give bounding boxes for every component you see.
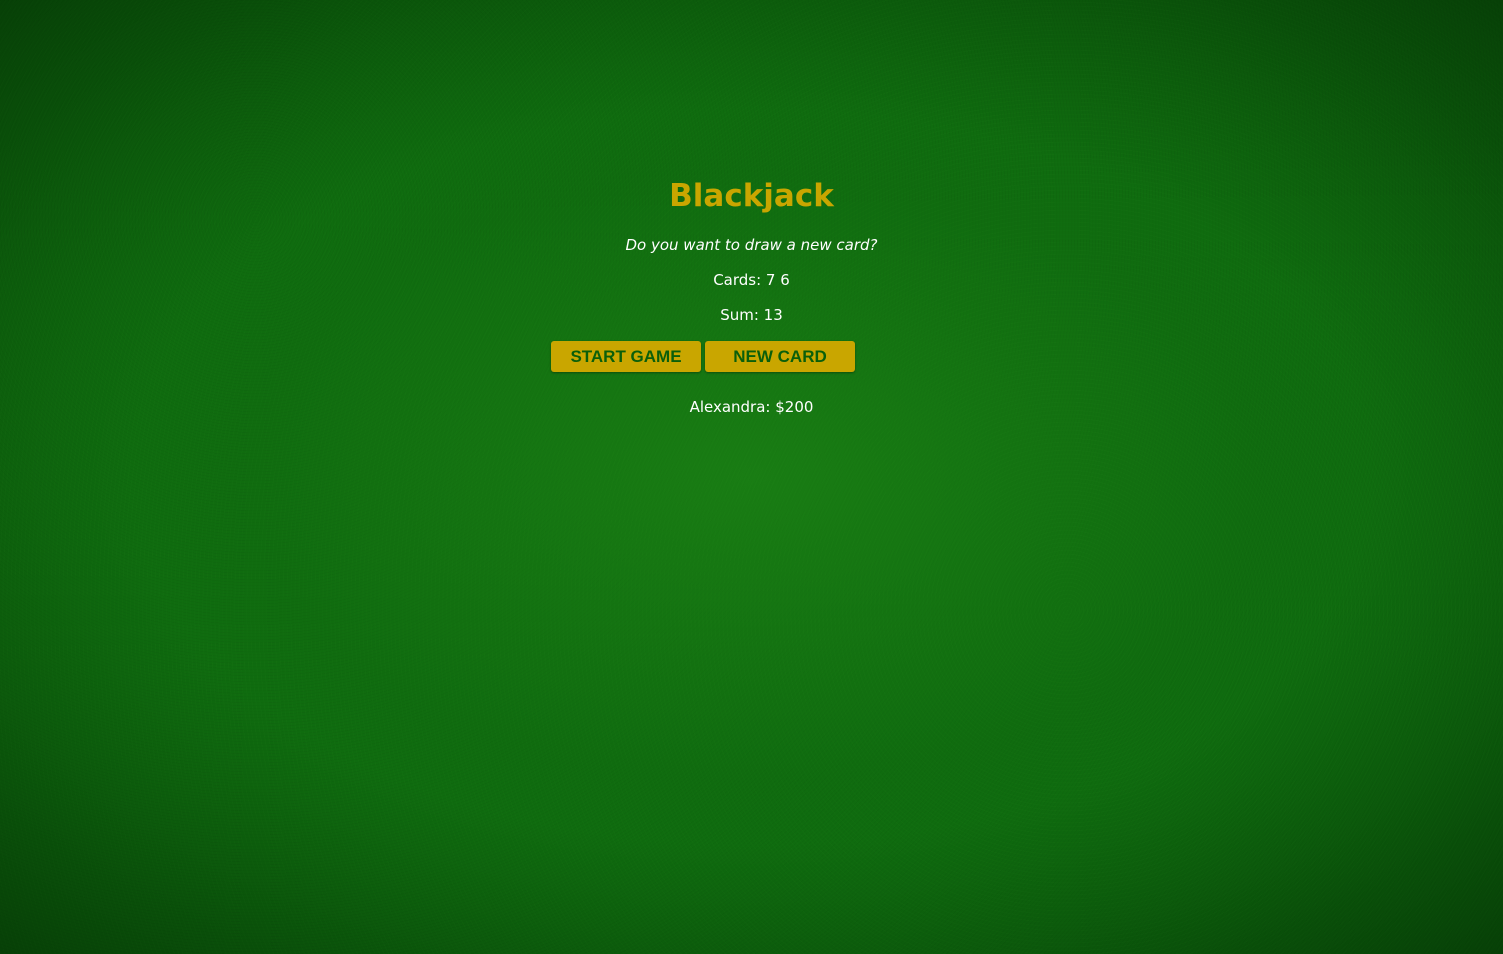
page-title: Blackjack [669,178,834,214]
player-chips: Alexandra: $200 [689,398,814,416]
new-card-button[interactable]: NEW CARD [705,341,855,372]
button-row: START GAME NEW CARD [551,341,855,372]
game-message: Do you want to draw a new card? [625,236,878,254]
start-game-button[interactable]: START GAME [551,341,701,372]
sum-display: Sum: 13 [720,306,783,324]
cards-display: Cards: 7 6 [713,271,790,289]
